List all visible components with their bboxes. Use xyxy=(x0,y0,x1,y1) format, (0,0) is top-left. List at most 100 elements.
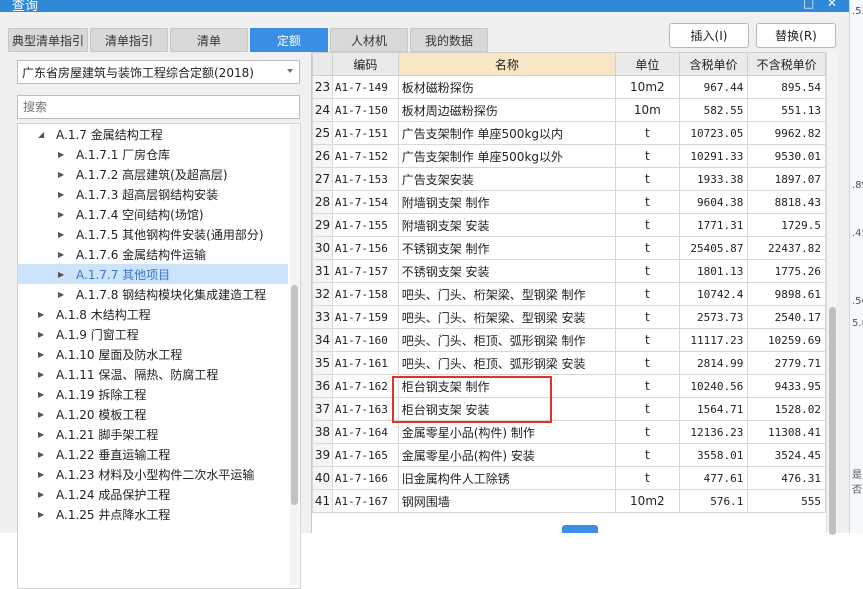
unit[interactable]: t xyxy=(615,144,680,168)
row-index[interactable]: 31 xyxy=(312,259,333,283)
tree-node[interactable]: ▶ A.1.25 井点降水工程 xyxy=(38,504,300,524)
unit[interactable]: t xyxy=(615,213,680,237)
tree-node[interactable]: ▶ A.1.7.6 金属结构件运输 xyxy=(58,244,300,264)
price-excl-tax[interactable]: 9433.95 xyxy=(747,374,826,398)
table-row[interactable]: 39 A1-7-165 金属零星小品(构件) 安装 t 3558.01 3524.45 xyxy=(312,443,826,467)
price-excl-tax[interactable]: 10259.69 xyxy=(747,328,826,352)
price-excl-tax[interactable]: 8818.43 xyxy=(747,190,826,214)
table-row[interactable]: 23 A1-7-149 板材磁粉探伤 10m2 967.44 895.54 xyxy=(312,75,826,99)
unit[interactable]: 10m2 xyxy=(615,75,680,99)
quota-code[interactable]: A1-7-158 xyxy=(331,282,399,306)
unit[interactable]: t xyxy=(615,282,680,306)
unit[interactable]: t xyxy=(615,328,680,352)
collapsed-arrow-icon[interactable]: ▶ xyxy=(38,470,48,479)
tree-node[interactable]: ▶ A.1.9 门窗工程 xyxy=(38,324,300,344)
collapsed-arrow-icon[interactable]: ▶ xyxy=(58,190,68,199)
table-row[interactable]: 25 A1-7-151 广告支架制作 单座500kg以内 t 10723.05 9962.… xyxy=(312,121,826,145)
quota-name[interactable]: 附墙钢支架 制作 xyxy=(397,190,617,214)
restore-icon[interactable]: □ xyxy=(803,0,814,10)
unit[interactable]: t xyxy=(615,466,680,490)
row-index[interactable]: 40 xyxy=(312,466,333,490)
collapsed-arrow-icon[interactable]: ▶ xyxy=(58,210,68,219)
collapsed-arrow-icon[interactable]: ▶ xyxy=(58,230,68,239)
expanded-arrow-icon[interactable]: ◢ xyxy=(38,130,48,139)
table-scroll-thumb[interactable] xyxy=(829,307,836,535)
price-incl-tax[interactable]: 967.44 xyxy=(678,75,749,99)
quota-name[interactable]: 金属零星小品(构件) 安装 xyxy=(397,443,617,467)
tree-node[interactable]: ▶ A.1.21 脚手架工程 xyxy=(38,424,300,444)
price-incl-tax[interactable]: 2573.73 xyxy=(678,305,749,329)
tree-node-selected[interactable]: ▶ A.1.7.7 其他项目 xyxy=(18,264,288,284)
tree-scrollbar[interactable] xyxy=(290,125,299,585)
tree-node[interactable]: ▶ A.1.24 成品保护工程 xyxy=(38,484,300,504)
table-row[interactable]: 27 A1-7-153 广告支架安装 t 1933.38 1897.07 xyxy=(312,167,826,191)
price-incl-tax[interactable]: 2814.99 xyxy=(678,351,749,375)
row-index[interactable]: 26 xyxy=(312,144,333,168)
price-incl-tax[interactable]: 1564.71 xyxy=(678,397,749,421)
quota-code[interactable]: A1-7-160 xyxy=(331,328,399,352)
quota-name[interactable]: 金属零星小品(构件) 制作 xyxy=(397,420,617,444)
table-row[interactable]: 36 A1-7-162 柜台钢支架 制作 t 10240.56 9433.95 xyxy=(312,374,826,398)
quota-code[interactable]: A1-7-156 xyxy=(331,236,399,260)
quota-code[interactable]: A1-7-153 xyxy=(331,167,399,191)
quota-code[interactable]: A1-7-151 xyxy=(331,121,399,145)
unit[interactable]: t xyxy=(615,190,680,214)
price-excl-tax[interactable]: 11308.41 xyxy=(747,420,826,444)
tree-node[interactable]: ◢ A.1.7 金属结构工程 xyxy=(38,124,300,144)
price-incl-tax[interactable]: 9604.38 xyxy=(678,190,749,214)
row-index[interactable]: 25 xyxy=(312,121,333,145)
quota-name[interactable]: 吧头、门头、柜顶、弧形钢梁 制作 xyxy=(397,328,617,352)
unit[interactable]: t xyxy=(615,167,680,191)
row-index[interactable]: 35 xyxy=(312,351,333,375)
price-excl-tax[interactable]: 1897.07 xyxy=(747,167,826,191)
tree-node[interactable]: ▶ A.1.8 木结构工程 xyxy=(38,304,300,324)
tree-node[interactable]: ▶ A.1.7.5 其他钢构件安装(通用部分) xyxy=(58,224,300,244)
collapsed-arrow-icon[interactable]: ▶ xyxy=(58,290,68,299)
collapsed-arrow-icon[interactable]: ▶ xyxy=(38,390,48,399)
unit[interactable]: t xyxy=(615,397,680,421)
price-incl-tax[interactable]: 25405.87 xyxy=(678,236,749,260)
table-row[interactable]: 41 A1-7-167 钢网围墙 10m2 576.1 555 xyxy=(312,489,826,513)
table-row[interactable]: 40 A1-7-166 旧金属构件人工除锈 t 477.61 476.31 xyxy=(312,466,826,490)
table-row[interactable]: 35 A1-7-161 吧头、门头、柜顶、弧形钢梁 安装 t 2814.99 2779.7… xyxy=(312,351,826,375)
tree-node[interactable]: ▶ A.1.11 保温、隔热、防腐工程 xyxy=(38,364,300,384)
price-incl-tax[interactable]: 576.1 xyxy=(678,489,749,513)
table-row[interactable]: 24 A1-7-150 板材周边磁粉探伤 10m 582.55 551.13 xyxy=(312,98,826,122)
table-row[interactable]: 32 A1-7-158 吧头、门头、桁架梁、型钢梁 制作 t 10742.4 9898.6… xyxy=(312,282,826,306)
collapsed-arrow-icon[interactable]: ▶ xyxy=(38,310,48,319)
price-incl-tax[interactable]: 1801.13 xyxy=(678,259,749,283)
price-excl-tax[interactable]: 9898.61 xyxy=(747,282,826,306)
unit[interactable]: t xyxy=(615,443,680,467)
quota-library-select[interactable]: 广东省房屋建筑与装饰工程综合定额(2018) xyxy=(17,60,300,84)
table-row[interactable]: 38 A1-7-164 金属零星小品(构件) 制作 t 12136.23 11308.41 xyxy=(312,420,826,444)
price-incl-tax[interactable]: 10240.56 xyxy=(678,374,749,398)
unit[interactable]: 10m xyxy=(615,98,680,122)
col-header-name[interactable]: 名称 xyxy=(397,52,617,76)
col-header-price-incl-tax[interactable]: 含税单价 xyxy=(678,52,749,76)
tree-node[interactable]: ▶ A.1.7.1 厂房仓库 xyxy=(58,144,300,164)
tree-node[interactable]: ▶ A.1.7.4 空间结构(场馆) xyxy=(58,204,300,224)
tree-node[interactable]: ▶ A.1.23 材料及小型构件二次水平运输 xyxy=(38,464,300,484)
row-index[interactable]: 28 xyxy=(312,190,333,214)
collapsed-arrow-icon[interactable]: ▶ xyxy=(38,370,48,379)
row-index[interactable]: 37 xyxy=(312,397,333,421)
price-incl-tax[interactable]: 1933.38 xyxy=(678,167,749,191)
unit[interactable]: t xyxy=(615,351,680,375)
collapsed-arrow-icon[interactable]: ▶ xyxy=(38,350,48,359)
unit[interactable]: 10m2 xyxy=(615,489,680,513)
quota-code[interactable]: A1-7-165 xyxy=(331,443,399,467)
price-excl-tax[interactable]: 895.54 xyxy=(747,75,826,99)
quota-name[interactable]: 广告支架制作 单座500kg以内 xyxy=(397,121,617,145)
tab-bill-guide[interactable]: 清单指引 xyxy=(90,28,168,52)
price-excl-tax[interactable]: 9530.01 xyxy=(747,144,826,168)
col-header-code[interactable]: 编码 xyxy=(331,52,399,76)
tree-node[interactable]: ▶ A.1.19 拆除工程 xyxy=(38,384,300,404)
quota-code[interactable]: A1-7-154 xyxy=(331,190,399,214)
unit[interactable]: t xyxy=(615,121,680,145)
quota-code[interactable]: A1-7-152 xyxy=(331,144,399,168)
price-excl-tax[interactable]: 2540.17 xyxy=(747,305,826,329)
collapsed-arrow-icon[interactable]: ▶ xyxy=(58,250,68,259)
quota-name[interactable]: 吧头、门头、桁架梁、型钢梁 制作 xyxy=(397,282,617,306)
price-incl-tax[interactable]: 477.61 xyxy=(678,466,749,490)
collapsed-arrow-icon[interactable]: ▶ xyxy=(58,270,68,279)
